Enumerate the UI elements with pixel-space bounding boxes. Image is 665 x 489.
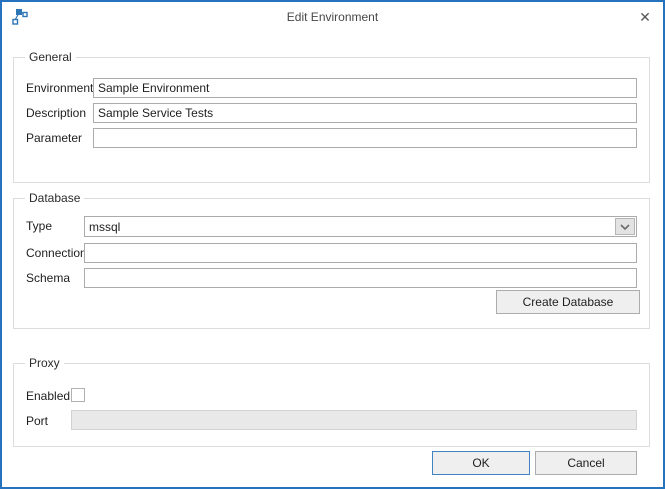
enabled-checkbox[interactable] (71, 388, 85, 402)
cancel-button[interactable]: Cancel (535, 451, 637, 475)
port-label: Port (26, 414, 48, 428)
database-groupbox: Database Type mssql Connection Schema Cr… (13, 198, 650, 329)
port-input (71, 410, 637, 430)
parameter-label: Parameter (26, 131, 82, 145)
close-icon[interactable]: ✕ (635, 7, 655, 27)
connection-input[interactable] (84, 243, 637, 263)
description-input[interactable] (93, 103, 637, 123)
parameter-input[interactable] (93, 128, 637, 148)
titlebar: Edit Environment ✕ (2, 2, 663, 32)
create-database-button[interactable]: Create Database (496, 290, 640, 314)
type-label: Type (26, 219, 52, 233)
general-groupbox: General Environment Description Paramete… (13, 57, 650, 183)
type-combobox[interactable]: mssql (84, 216, 637, 237)
description-label: Description (26, 106, 86, 120)
database-groupbox-label: Database (25, 191, 84, 205)
general-groupbox-label: General (25, 50, 76, 64)
proxy-groupbox-label: Proxy (25, 356, 64, 370)
schema-label: Schema (26, 271, 70, 285)
enabled-row: Enabled (26, 386, 637, 406)
enabled-label: Enabled (26, 389, 70, 403)
edit-environment-dialog: Edit Environment ✕ General Environment D… (0, 0, 665, 489)
ok-button[interactable]: OK (432, 451, 530, 475)
schema-input[interactable] (84, 268, 637, 288)
type-selected-value: mssql (85, 217, 614, 236)
connection-label: Connection (26, 246, 87, 260)
chevron-down-icon[interactable] (615, 218, 635, 235)
dialog-title: Edit Environment (2, 10, 663, 24)
environment-label: Environment (26, 81, 93, 95)
environment-input[interactable] (93, 78, 637, 98)
proxy-groupbox: Proxy Enabled Port (13, 363, 650, 447)
